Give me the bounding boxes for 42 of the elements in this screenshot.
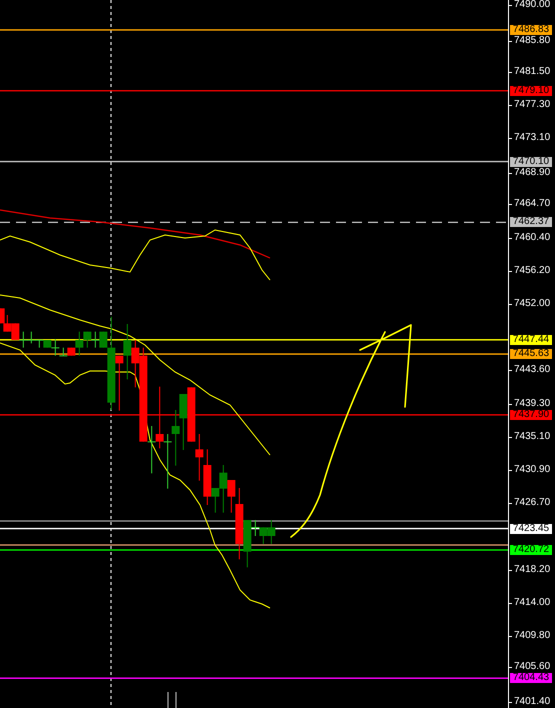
axis-tick-label: 7490.00 <box>509 0 550 10</box>
axis-tick-label: 7473.10 <box>509 132 550 143</box>
price-label: 7486.83 <box>510 24 552 35</box>
candlestick <box>91 331 100 348</box>
price-label: 7447.44 <box>510 334 552 345</box>
candlestick <box>267 520 276 544</box>
axis-tick-label: 7418.20 <box>509 564 550 575</box>
axis-tick-label: 7477.30 <box>509 100 550 110</box>
candlestick <box>164 434 172 490</box>
axis-tick-label: 7464.70 <box>509 199 550 210</box>
axis-tick-label: 7426.70 <box>509 498 550 508</box>
axis-tick-label: 7401.40 <box>509 697 550 708</box>
candlestick <box>156 386 164 449</box>
candlestick <box>195 434 204 482</box>
price-label: 7470.10 <box>510 156 552 167</box>
axis-tick-label: 7481.50 <box>509 66 550 77</box>
price-label: 7437.90 <box>510 410 552 420</box>
price-label: 7479.10 <box>510 86 552 96</box>
axis-tick-label: 7468.90 <box>509 168 550 178</box>
axis-tick-label: 7405.60 <box>509 662 550 672</box>
price-label: 7404.43 <box>510 673 552 684</box>
price-label: 7423.45 <box>510 524 552 534</box>
candlestick <box>11 322 20 340</box>
candlestick <box>179 394 188 450</box>
candlestick <box>172 410 180 466</box>
price-label: 7445.63 <box>510 349 552 360</box>
price-label: 7462.37 <box>510 217 552 228</box>
axis-tick-label: 7456.20 <box>509 266 550 276</box>
axis-tick-label: 7430.90 <box>509 464 550 475</box>
axis-tick-label: 7443.60 <box>509 365 550 376</box>
candlestick <box>259 526 268 544</box>
candlestick <box>187 386 196 442</box>
axis-tick-label: 7435.10 <box>509 432 550 442</box>
candlestick <box>19 331 28 348</box>
candlestick <box>123 324 132 380</box>
price-label: 7420.72 <box>510 545 552 556</box>
axis-tick-label: 7409.80 <box>509 630 550 641</box>
axis-tick-label: 7452.00 <box>509 298 550 309</box>
axis-tick-label: 7439.30 <box>509 398 550 409</box>
axis-tick-label: 7485.80 <box>509 36 550 46</box>
axis-tick-label: 7460.40 <box>509 232 550 243</box>
axis-tick-label: 7414.00 <box>509 598 550 608</box>
